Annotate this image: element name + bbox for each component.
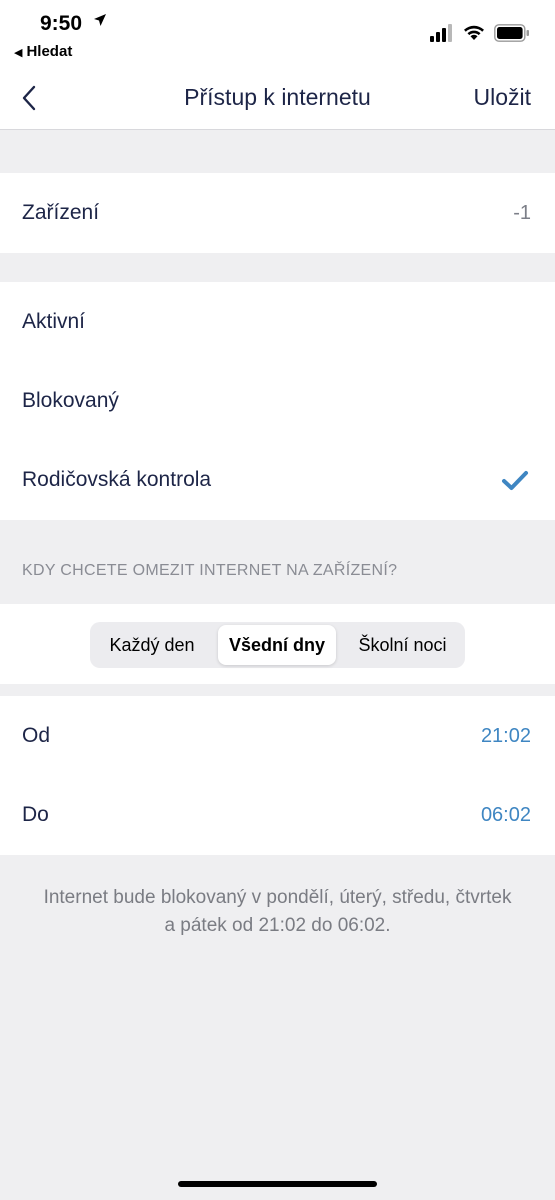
location-arrow-icon [93, 13, 107, 32]
schedule-section-header: KDY CHCETE OMEZIT INTERNET NA ZAŘÍZENÍ? [22, 562, 398, 579]
status-time: 9:50 [40, 12, 83, 35]
device-row[interactable]: Zařízení -1 [0, 173, 555, 253]
cellular-signal-icon [430, 24, 454, 42]
schedule-segment-container: Každý den Všední dny Školní noci [0, 604, 555, 684]
device-value: -1 [513, 202, 531, 224]
schedule-segmented-control: Každý den Všední dny Školní noci [90, 622, 465, 668]
schedule-summary-text: Internet bude blokovaný v pondělí, úterý… [43, 887, 512, 936]
battery-icon [494, 24, 530, 47]
segment-weekdays[interactable]: Všední dny [218, 625, 336, 665]
option-label: Blokovaný [22, 389, 119, 412]
from-time-value[interactable]: 21:02 [481, 725, 531, 748]
from-label: Od [22, 724, 51, 747]
segment-school-nights[interactable]: Školní noci [344, 625, 461, 665]
page-title: Přístup k internetu [184, 84, 371, 110]
option-label: Rodičovská kontrola [22, 468, 212, 491]
checkmark-icon [501, 470, 529, 497]
segment-every-day[interactable]: Každý den [94, 625, 210, 665]
to-label: Do [22, 803, 49, 826]
status-bar: 9:50 ◀ Hledat [0, 0, 555, 64]
wifi-icon [462, 23, 486, 46]
option-parental-control[interactable]: Rodičovská kontrola [0, 440, 555, 520]
device-label: Zařízení [22, 201, 100, 224]
to-time-value[interactable]: 06:02 [481, 804, 531, 827]
home-indicator[interactable] [178, 1181, 377, 1187]
back-app-label: Hledat [26, 43, 73, 60]
to-time-row[interactable]: Do 06:02 [0, 775, 555, 855]
from-time-row[interactable]: Od 21:02 [0, 696, 555, 776]
back-triangle-icon: ◀ [14, 47, 23, 59]
save-button[interactable]: Uložit [473, 84, 531, 111]
back-to-app-link[interactable]: ◀ Hledat [14, 43, 72, 60]
option-blocked[interactable]: Blokovaný [0, 361, 555, 441]
option-active[interactable]: Aktivní [0, 282, 555, 362]
option-label: Aktivní [22, 310, 86, 333]
navigation-bar: Přístup k internetu Uložit [0, 64, 555, 130]
